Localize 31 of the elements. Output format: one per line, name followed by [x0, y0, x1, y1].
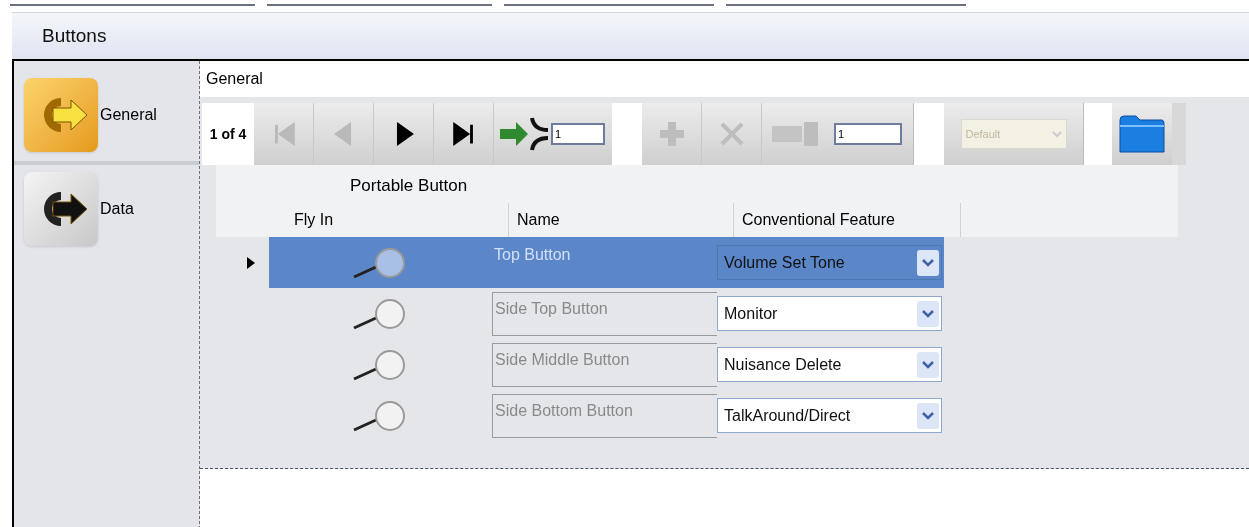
feature-dropdown[interactable]: Nuisance Delete	[717, 347, 942, 382]
feature-dropdown[interactable]: Volume Set Tone	[717, 245, 942, 280]
chevron-icon	[1051, 130, 1062, 138]
chevron-icon	[917, 402, 939, 429]
chevron-icon	[917, 351, 939, 378]
toolbar-separator	[612, 103, 642, 165]
chevron-icon	[917, 249, 939, 276]
button-name: Side Top Button	[495, 300, 608, 317]
column-header: Conventional Feature	[742, 209, 895, 230]
chevron-icon	[917, 300, 939, 327]
column-header: Fly In	[294, 209, 334, 230]
panel-title: General	[206, 69, 263, 89]
last-record-button[interactable]	[434, 103, 494, 165]
sidebar-item[interactable]: Data	[14, 161, 199, 253]
go-to-record-icon[interactable]	[498, 116, 550, 152]
next-record-button[interactable]	[374, 103, 434, 165]
group-header: Portable Button	[350, 175, 469, 197]
toolbar-separator	[1084, 103, 1112, 165]
record-number-field[interactable]: 1	[551, 123, 605, 145]
button-name: Side Bottom Button	[495, 402, 633, 419]
section-title: Buttons	[42, 23, 107, 48]
button-name: Top Button	[494, 246, 571, 263]
record-position: 1 of 4	[209, 124, 247, 144]
folder-button[interactable]	[1112, 103, 1172, 165]
row-count-field[interactable]: 1	[834, 123, 902, 145]
sidebar-item[interactable]: General	[14, 69, 199, 161]
feature-dropdown[interactable]: Monitor	[717, 296, 942, 331]
column-header: Name	[517, 209, 560, 230]
button-name: Side Middle Button	[495, 351, 630, 368]
toolbar-separator	[914, 103, 944, 165]
feature-dropdown[interactable]: TalkAround/Direct	[717, 398, 942, 433]
